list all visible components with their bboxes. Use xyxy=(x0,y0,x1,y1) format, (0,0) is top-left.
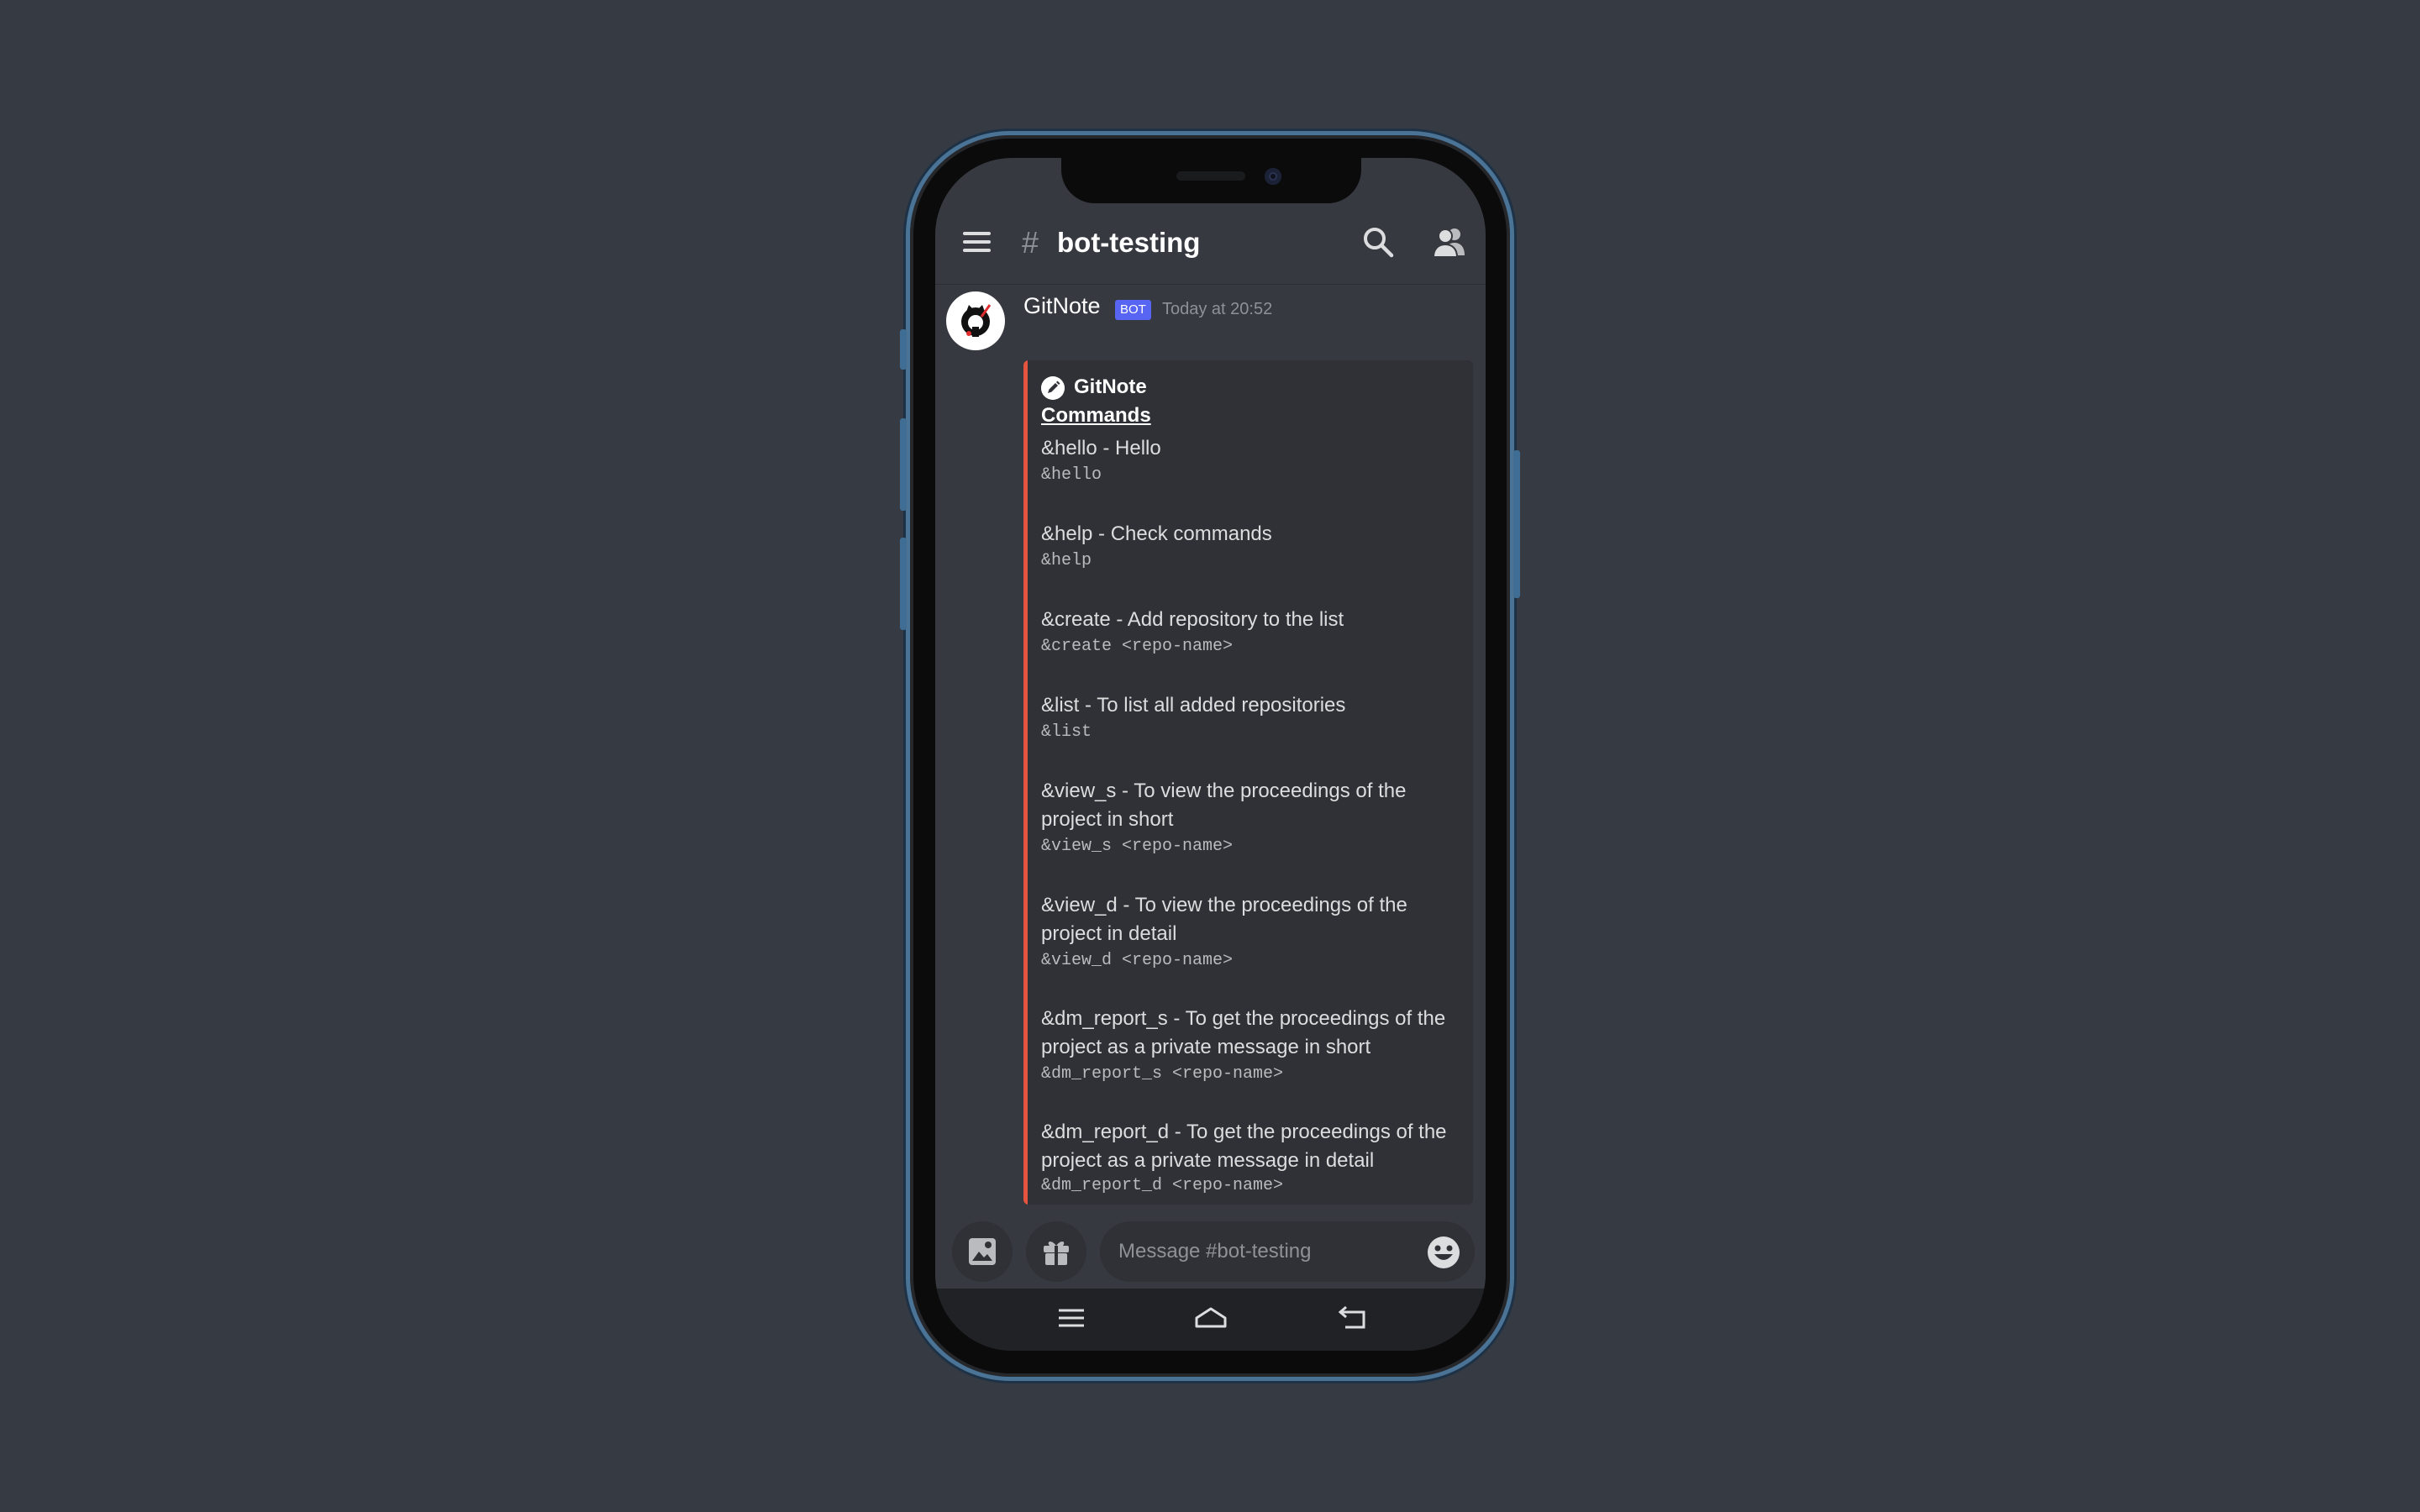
phone-camera xyxy=(1265,168,1281,185)
field-name: &help - Check commands xyxy=(1041,522,1272,545)
field-value: &hello xyxy=(1041,465,1102,485)
embed-field: &list - To list all added repositories &… xyxy=(1041,691,1461,745)
field-name: &list - To list all added repositories xyxy=(1041,694,1346,717)
pencil-icon xyxy=(1041,376,1065,400)
channel-hash-icon: # xyxy=(1022,225,1039,260)
message-author[interactable]: GitNote xyxy=(1023,293,1101,319)
avatar[interactable] xyxy=(946,291,1005,350)
phone-screen: # bot-testing GitNote BOT Today at 20:52… xyxy=(935,158,1486,1351)
embed-field: &hello - Hello &hello xyxy=(1041,434,1461,488)
emoji-icon[interactable] xyxy=(1427,1236,1460,1269)
embed-field: &view_d - To view the proceedings of the… xyxy=(1041,891,1461,974)
field-value: &dm_report_s <repo-name> xyxy=(1041,1064,1284,1084)
field-name: &create - Add repository to the list xyxy=(1041,608,1344,631)
github-logo-icon xyxy=(961,304,992,337)
field-name: &view_s - To view the proceedings of the… xyxy=(1041,780,1407,831)
system-navigation-bar xyxy=(935,1289,1486,1351)
field-name: &view_d - To view the proceedings of the… xyxy=(1041,894,1407,945)
side-button-mute xyxy=(900,329,907,370)
message-input[interactable]: Message #bot-testing xyxy=(1100,1221,1475,1282)
message-composer: Message #bot-testing xyxy=(935,1213,1486,1289)
recents-icon[interactable] xyxy=(1057,1305,1086,1331)
field-value: &view_s <repo-name> xyxy=(1041,837,1234,856)
image-icon xyxy=(969,1238,996,1265)
field-value: &help xyxy=(1041,551,1092,570)
phone-speaker xyxy=(1176,171,1245,181)
home-icon[interactable] xyxy=(1194,1305,1228,1331)
attach-image-button[interactable] xyxy=(952,1221,1013,1282)
side-button-power xyxy=(1513,450,1520,598)
field-value: &dm_report_d <repo-name> xyxy=(1041,1176,1284,1195)
embed-field: &view_s - To view the proceedings of the… xyxy=(1041,777,1461,859)
field-value: &create <repo-name> xyxy=(1041,637,1234,656)
side-button-volume-down xyxy=(900,538,907,630)
message-list: GitNote BOT Today at 20:52 GitNote Comma… xyxy=(935,285,1486,1212)
members-icon[interactable] xyxy=(1431,225,1468,259)
message-embed: GitNote Commands &hello - Hello &hello &… xyxy=(1023,360,1473,1205)
hamburger-menu-icon[interactable] xyxy=(963,232,992,252)
field-value: &list xyxy=(1041,722,1092,742)
search-icon[interactable] xyxy=(1361,225,1395,259)
back-icon[interactable] xyxy=(1339,1305,1369,1331)
embed-field: &help - Check commands &help xyxy=(1041,520,1461,574)
embed-field: &dm_report_d - To get the proceedings of… xyxy=(1041,1118,1461,1197)
field-name: &hello - Hello xyxy=(1041,437,1161,459)
embed-author-name: GitNote xyxy=(1074,375,1147,398)
message-timestamp: Today at 20:52 xyxy=(1162,300,1273,318)
embed-accent-bar xyxy=(1023,360,1028,1205)
bot-badge: BOT xyxy=(1115,300,1151,320)
gift-button[interactable] xyxy=(1026,1221,1086,1282)
channel-name: bot-testing xyxy=(1057,227,1201,258)
side-button-volume-up xyxy=(900,418,907,511)
embed-title: Commands xyxy=(1041,404,1151,427)
embed-field: &create - Add repository to the list &cr… xyxy=(1041,606,1461,659)
field-name: &dm_report_d - To get the proceedings of… xyxy=(1041,1121,1447,1172)
field-name: &dm_report_s - To get the proceedings of… xyxy=(1041,1007,1446,1058)
gift-icon xyxy=(1044,1242,1069,1265)
embed-field: &dm_report_s - To get the proceedings of… xyxy=(1041,1005,1461,1087)
field-value: &view_d <repo-name> xyxy=(1041,951,1234,970)
